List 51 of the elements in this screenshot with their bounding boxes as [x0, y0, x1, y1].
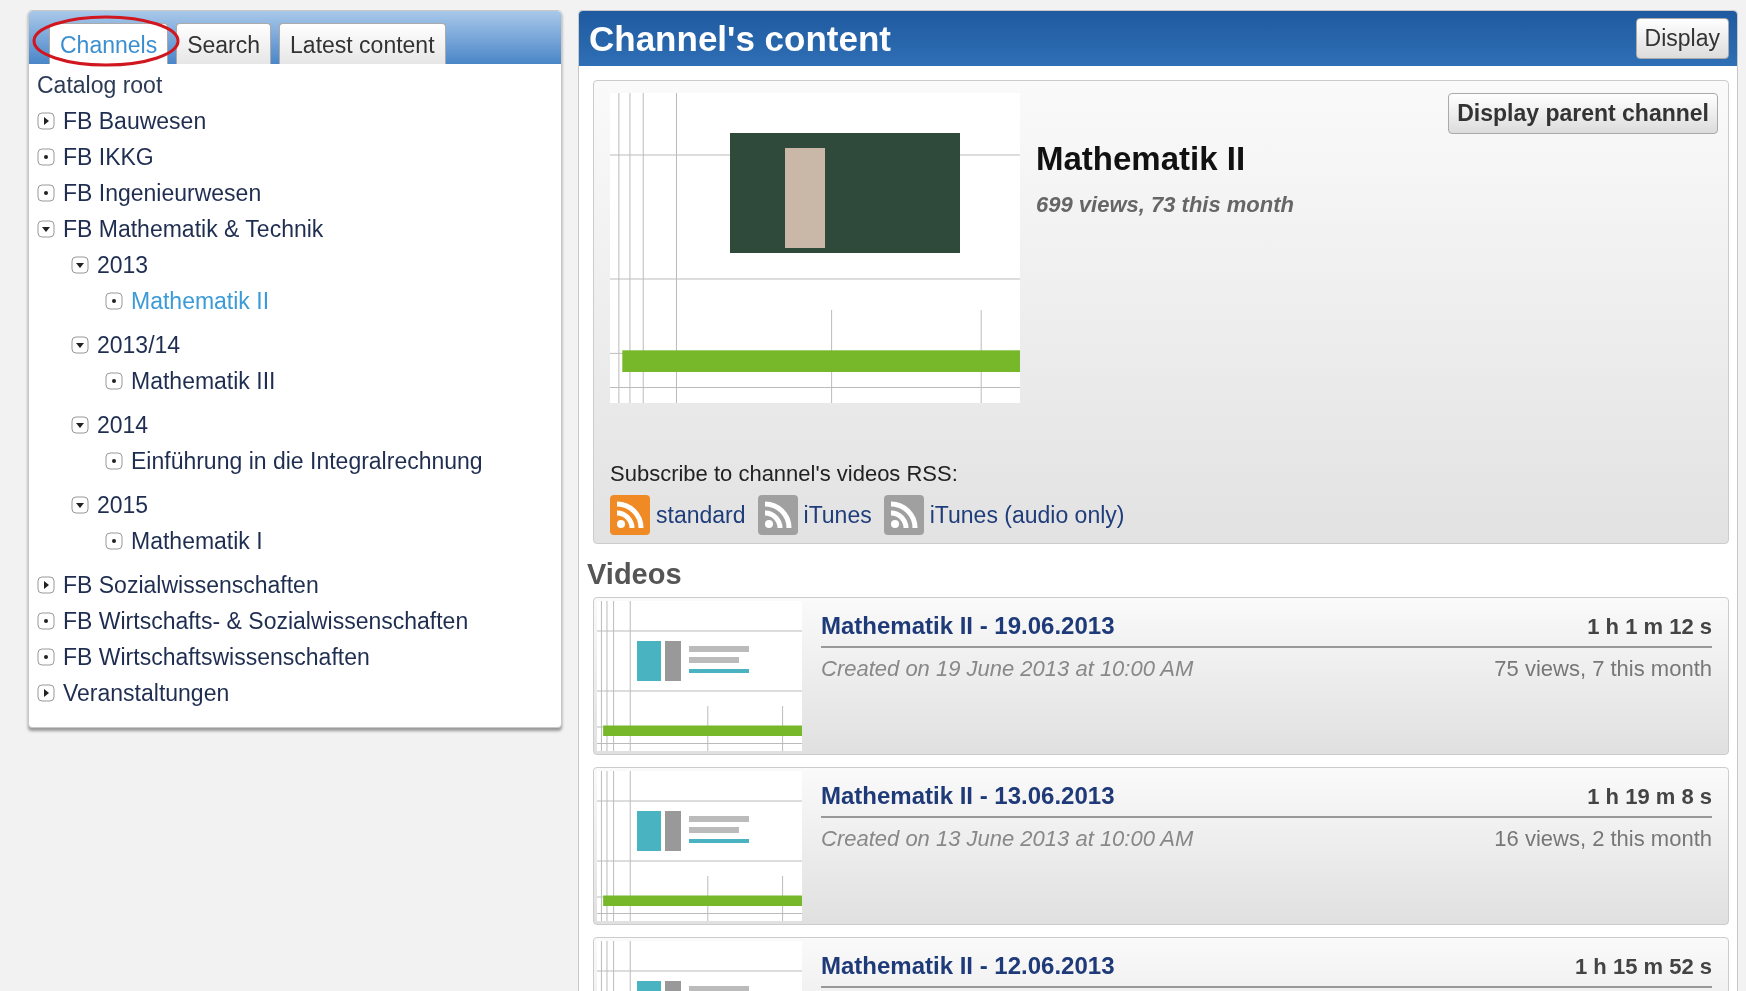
video-title[interactable]: Mathematik II - 12.06.2013: [821, 952, 1115, 980]
tree-item[interactable]: 2014: [97, 411, 149, 439]
display-button[interactable]: Display: [1635, 18, 1729, 59]
videos-heading: Videos: [587, 558, 682, 591]
collapsed-toggle-icon[interactable]: [37, 112, 55, 130]
tree-item[interactable]: Veranstaltungen: [63, 679, 230, 707]
video-duration: 1 h 15 m 52 s: [1575, 954, 1712, 980]
video-duration: 1 h 19 m 8 s: [1587, 784, 1712, 810]
tree-item[interactable]: FB Bauwesen: [63, 107, 207, 135]
parent-channel-button[interactable]: Display parent channel: [1448, 93, 1718, 134]
feed-link[interactable]: standard: [656, 501, 746, 529]
tree-item[interactable]: FB Mathematik & Technik: [63, 215, 324, 243]
tree-item[interactable]: 2013: [97, 251, 149, 279]
video-title[interactable]: Mathematik II - 19.06.2013: [821, 612, 1115, 640]
rss-icon[interactable]: [883, 495, 924, 535]
video-card[interactable]: Mathematik II - 13.06.2013 1 h 19 m 8 s Created on 13 June 2013 at 10:00 AM 16 views, 2 this month: [593, 767, 1729, 925]
tree-item[interactable]: 2015: [97, 491, 149, 519]
video-created: Created on 19 June 2013 at 10:00 AM: [821, 656, 1194, 682]
tree-item[interactable]: FB IKKG: [63, 143, 154, 171]
expanded-toggle-icon[interactable]: [71, 336, 89, 354]
feed-link[interactable]: iTunes: [803, 501, 872, 529]
tab[interactable]: Latest content: [279, 23, 446, 64]
channel-stats: 699 views, 73 this month: [1036, 192, 1294, 218]
tree-item[interactable]: FB Wirtschafts- & Sozialwissenschaften: [63, 607, 469, 635]
tab[interactable]: Search: [176, 23, 272, 64]
video-views: 75 views, 7 this month: [1494, 656, 1712, 682]
video-title[interactable]: Mathematik II - 13.06.2013: [821, 782, 1115, 810]
tree-item[interactable]: 2013/14: [97, 331, 181, 359]
tree-item[interactable]: Einführung in die Integralrechnung: [131, 447, 483, 475]
tree-item[interactable]: FB Ingenieurwesen: [63, 179, 262, 207]
video-duration: 1 h 1 m 12 s: [1587, 614, 1712, 640]
video-created: Created on 13 June 2013 at 10:00 AM: [821, 826, 1194, 852]
video-card[interactable]: Mathematik II - 19.06.2013 1 h 1 m 12 s Created on 19 June 2013 at 10:00 AM 75 views, 7 this month: [593, 597, 1729, 755]
expanded-toggle-icon[interactable]: [71, 496, 89, 514]
tree-item[interactable]: FB Sozialwissenschaften: [63, 571, 319, 599]
tree-item[interactable]: FB Wirtschaftswissenschaften: [63, 643, 370, 671]
panel-title: Channel's content: [589, 18, 891, 59]
tree-root[interactable]: Catalog root: [37, 70, 163, 103]
collapsed-toggle-icon[interactable]: [37, 576, 55, 594]
video-card[interactable]: Mathematik II - 12.06.2013 1 h 15 m 52 s: [593, 937, 1729, 991]
tree-item[interactable]: Mathematik I: [131, 527, 263, 555]
expanded-toggle-icon[interactable]: [71, 256, 89, 274]
collapsed-toggle-icon[interactable]: [37, 684, 55, 702]
tree-item[interactable]: Mathematik III: [131, 367, 276, 395]
expanded-toggle-icon[interactable]: [71, 416, 89, 434]
video-views: 16 views, 2 this month: [1494, 826, 1712, 852]
expanded-toggle-icon[interactable]: [37, 220, 55, 238]
rss-icon[interactable]: [757, 495, 798, 535]
channel-name: Mathematik II: [1036, 140, 1246, 178]
subscribe-label: Subscribe to channel's videos RSS:: [610, 461, 958, 487]
feed-link[interactable]: iTunes (audio only): [929, 501, 1125, 529]
